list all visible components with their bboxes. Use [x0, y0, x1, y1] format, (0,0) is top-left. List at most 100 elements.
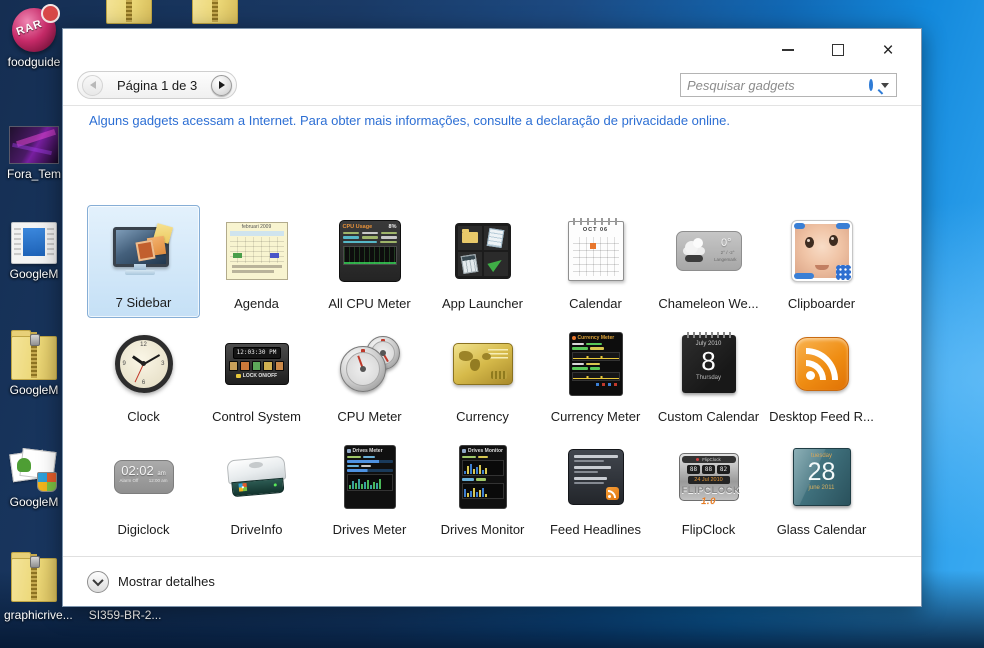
- maximize-icon: [832, 44, 844, 56]
- search-icon[interactable]: [869, 79, 873, 91]
- flipclock-icon: FlipClock 888882 24 Jul 2010 FLIPCLOCK 1…: [679, 453, 739, 501]
- clock-icon: 12 3 6 9: [115, 335, 173, 393]
- gadget-gallery-window: × Página 1 de 3 Alguns gadgets acessam a…: [62, 28, 922, 607]
- desktop-icon-googlem-zip[interactable]: GoogleM: [0, 330, 68, 397]
- desktop-icon-googlem-photos[interactable]: GoogleM: [0, 448, 68, 509]
- gadget-label: All CPU Meter: [313, 296, 426, 311]
- desktop-icon-zip-top-1[interactable]: [106, 0, 152, 24]
- currency-card-icon: [453, 343, 513, 385]
- desktop-icon-label[interactable]: graphicrive...: [4, 608, 73, 622]
- minimize-icon: [782, 49, 794, 51]
- close-icon: ×: [882, 41, 893, 60]
- gadget-label: Clipboarder: [765, 296, 878, 311]
- weather-icon: 0° 2° / -2° Langemark: [676, 231, 742, 271]
- desktop: RAR foodguide Fora_Tem GoogleM GoogleM G…: [0, 0, 984, 648]
- search-box: [680, 73, 897, 97]
- desktop-icon-label: GoogleM: [0, 267, 68, 281]
- gadget-label: Custom Calendar: [652, 409, 765, 424]
- window-controls: ×: [773, 37, 903, 63]
- gadget-feed-headlines[interactable]: Feed Headlines: [539, 431, 652, 544]
- show-details-button[interactable]: [87, 571, 109, 593]
- search-input[interactable]: [681, 78, 869, 93]
- application-window-icon: [11, 222, 57, 264]
- gadget-label: Desktop Feed R...: [765, 409, 878, 424]
- chevron-left-icon: [90, 81, 96, 89]
- gadget-label: Drives Monitor: [426, 522, 539, 537]
- desktop-icon-label: GoogleM: [0, 383, 68, 397]
- chevron-down-icon: [92, 574, 103, 585]
- gadget-label: FlipClock: [652, 522, 765, 537]
- zip-folder-icon: [192, 0, 238, 24]
- gadget-grid: 7 Sidebar februari 2009 Agenda CPU Usage…: [87, 205, 878, 544]
- minimize-button[interactable]: [773, 37, 803, 63]
- gadget-drives-meter[interactable]: Drives Meter Drives Meter: [313, 431, 426, 544]
- gadget-cpu-meter[interactable]: CPU Meter: [313, 318, 426, 431]
- gadget-currency[interactable]: Currency: [426, 318, 539, 431]
- gadget-label: App Launcher: [426, 296, 539, 311]
- maximize-button[interactable]: [823, 37, 853, 63]
- desktop-icon-foodguide[interactable]: RAR foodguide: [0, 8, 68, 69]
- gadget-calendar[interactable]: OCT 06 Calendar: [539, 205, 652, 318]
- gadget-label: Clock: [87, 409, 200, 424]
- agenda-icon: februari 2009: [226, 222, 288, 280]
- control-system-icon: 12:03:30 PM LOCK ON/OFF: [225, 343, 289, 385]
- show-details-label[interactable]: Mostrar detalhes: [118, 574, 215, 589]
- gadget-label: CPU Meter: [313, 409, 426, 424]
- drives-meter-icon: Drives Meter: [344, 445, 396, 509]
- gadget-driveinfo[interactable]: DriveInfo: [200, 431, 313, 544]
- gadget-label: Digiclock: [87, 522, 200, 537]
- gadget-label: Glass Calendar: [765, 522, 878, 537]
- glass-calendar-icon: tuesday 28 june 2011: [793, 448, 851, 506]
- gadget-all-cpu-meter[interactable]: CPU Usage8% All CPU Meter: [313, 205, 426, 318]
- gadget-digiclock[interactable]: 02:02 am Alarm Off12:00 am Digiclock: [87, 431, 200, 544]
- gadget-desktop-feed-reader[interactable]: Desktop Feed R...: [765, 318, 878, 431]
- cpu-meter-gauges-icon: [338, 336, 402, 392]
- gadget-clipboarder[interactable]: Clipboarder: [765, 205, 878, 318]
- gadget-chameleon-weather[interactable]: 0° 2° / -2° Langemark Chameleon We...: [652, 205, 765, 318]
- close-button[interactable]: ×: [873, 37, 903, 63]
- rar-archive-icon: RAR: [12, 8, 56, 52]
- gadget-glass-calendar[interactable]: tuesday 28 june 2011 Glass Calendar: [765, 431, 878, 544]
- desktop-icon-fora-tem[interactable]: Fora_Tem: [0, 126, 68, 181]
- drives-monitor-icon: Drives Monitor: [459, 445, 507, 509]
- feed-headlines-icon: [568, 449, 624, 505]
- hard-drive-icon: [224, 451, 290, 502]
- gadget-7-sidebar[interactable]: 7 Sidebar: [87, 205, 200, 318]
- gadget-currency-meter[interactable]: Currency Meter Currency Meter: [539, 318, 652, 431]
- gadget-label: DriveInfo: [200, 522, 313, 537]
- desktop-icon-label[interactable]: SI359-BR-2...: [89, 608, 162, 622]
- gadget-clock[interactable]: 12 3 6 9 Clock: [87, 318, 200, 431]
- desktop-icon-graphicrive[interactable]: [0, 552, 68, 602]
- zip-folder-icon: [11, 552, 57, 602]
- zip-folder-icon: [106, 0, 152, 24]
- separator: [63, 105, 921, 106]
- page-indicator: Página 1 de 3: [113, 78, 201, 93]
- desktop-icon-label: Fora_Tem: [0, 167, 68, 181]
- gadget-label: Calendar: [539, 296, 652, 311]
- gadget-flipclock[interactable]: FlipClock 888882 24 Jul 2010 FLIPCLOCK 1…: [652, 431, 765, 544]
- gadget-label: Chameleon We...: [652, 296, 765, 311]
- desktop-icon-googlem-app[interactable]: GoogleM: [0, 222, 68, 281]
- digiclock-icon: 02:02 am Alarm Off12:00 am: [114, 460, 174, 494]
- clipboarder-icon: [791, 220, 853, 282]
- bottom-desktop-labels: graphicrive... SI359-BR-2...: [0, 608, 161, 622]
- gadget-label: 7 Sidebar: [88, 295, 199, 310]
- calendar-icon: OCT 06: [568, 221, 624, 281]
- gadget-label: Control System: [200, 409, 313, 424]
- video-file-icon: [9, 126, 59, 164]
- search-options-dropdown-icon[interactable]: [881, 83, 889, 88]
- previous-page-button[interactable]: [82, 75, 103, 96]
- details-footer: Mostrar detalhes: [63, 556, 921, 606]
- desktop-icon-label: foodguide: [0, 55, 68, 69]
- gadget-app-launcher[interactable]: App Launcher: [426, 205, 539, 318]
- desktop-icon-zip-top-2[interactable]: [192, 0, 238, 24]
- custom-calendar-icon: July 2010 8 Thursday: [682, 335, 736, 393]
- gadget-control-system[interactable]: 12:03:30 PM LOCK ON/OFF Control System: [200, 318, 313, 431]
- rss-badge-icon: [606, 487, 619, 500]
- gadget-custom-calendar[interactable]: July 2010 8 Thursday Custom Calendar: [652, 318, 765, 431]
- page-navigator: Página 1 de 3: [77, 71, 237, 99]
- privacy-notice: Alguns gadgets acessam a Internet. Para …: [89, 113, 730, 128]
- next-page-button[interactable]: [211, 75, 232, 96]
- gadget-agenda[interactable]: februari 2009 Agenda: [200, 205, 313, 318]
- gadget-drives-monitor[interactable]: Drives Monitor Drives Monitor: [426, 431, 539, 544]
